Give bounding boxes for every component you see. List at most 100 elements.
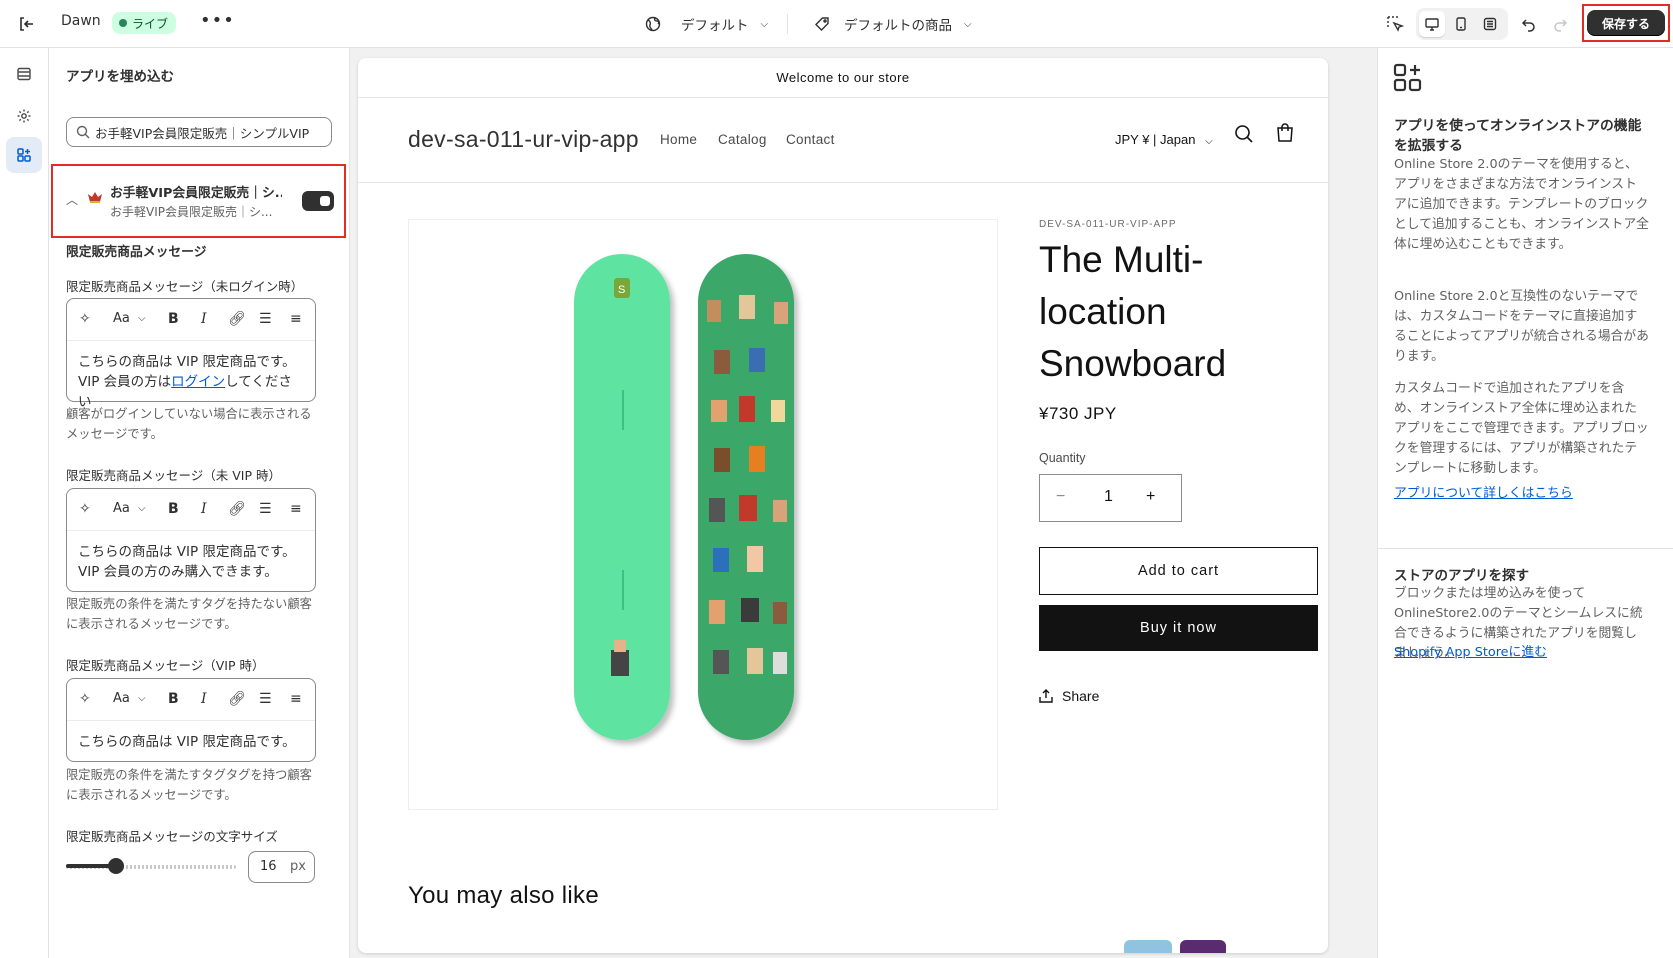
link-icon[interactable]: 🔗︎ [228,311,246,327]
rte-content[interactable]: こちらの商品は VIP 限定商品です。 VIP 会員の方のみ購入できます。 [67,531,315,593]
rich-text-editor-not-logged-in[interactable]: ✧ Aa ⌵ B I 🔗︎ ☰ ≡ こちらの商品は VIP 限定商品です。 VI… [66,298,316,410]
related-product-thumb[interactable] [1124,940,1172,953]
info-panel: アプリを使ってオンラインストアの機能を拡張する Online Store 2.0… [1377,48,1673,958]
field-help-text: 限定販売の条件を満たすタグを持たない顧客に表示されるメッセージです。 [66,597,312,631]
rte-content[interactable]: こちらの商品は VIP 限定商品です。 [67,721,315,763]
app-embed-subtitle: お手軽VIP会員限定販売｜シ... [110,205,273,219]
search-icon[interactable] [1234,124,1254,144]
sidebar-rail [0,48,49,958]
quantity-increase-button[interactable]: + [1146,488,1155,506]
bullet-list-icon[interactable]: ☰ [259,501,272,517]
app-embeds-icon[interactable] [6,137,42,173]
top-bar: Dawn ライブ ••• デフォルト ⌵ デフォルトの商品 ⌵ 保存する [0,0,1673,48]
quantity-decrease-button[interactable]: − [1056,488,1065,506]
bold-button[interactable]: B [168,691,179,707]
nav-home[interactable]: Home [660,132,697,147]
field-label-not-vip: 限定販売商品メッセージ（未 VIP 時） [66,468,281,483]
quantity-stepper[interactable]: − 1 + [1039,474,1182,522]
cart-icon[interactable] [1274,122,1296,144]
section-heading: 限定販売商品メッセージ [66,245,207,260]
add-to-cart-button[interactable]: Add to cart [1039,547,1318,595]
italic-button[interactable]: I [201,501,207,517]
buy-now-button[interactable]: Buy it now [1039,605,1318,651]
product-media[interactable]: S [408,219,998,810]
panel-title: アプリを埋め込む [66,69,174,85]
fullscreen-view-icon[interactable] [1477,11,1503,37]
live-badge: ライブ [112,12,177,34]
tag-icon [815,17,829,31]
field-help-text: 限定販売の条件を満たすタグタグを持つ顧客に表示されるメッセージです。 [66,768,312,802]
field-label-not-logged-in: 限定販売商品メッセージ（未ログイン時） [66,279,304,294]
search-input[interactable]: お手軽VIP会員限定販売｜シンプルVIP [66,117,332,147]
chevron-down-icon[interactable]: ⌵ [138,313,146,324]
numbered-list-icon[interactable]: ≡ [290,501,302,517]
template-selector-label: デフォルト [681,18,749,34]
app-embed-toggle[interactable] [302,191,334,211]
magic-icon[interactable]: ✧ [79,501,91,517]
save-button[interactable]: 保存する [1587,10,1665,36]
italic-button[interactable]: I [201,311,207,327]
rte-text: VIP 会員の方は [78,374,172,390]
link-icon[interactable]: 🔗︎ [228,501,246,517]
bold-button[interactable]: B [168,501,179,517]
font-style-button[interactable]: Aa [113,691,130,706]
font-size-input[interactable]: 16 px [248,851,315,883]
more-actions-button[interactable]: ••• [200,10,235,31]
product-selector[interactable]: デフォルトの商品 ⌵ [814,12,972,36]
rich-text-editor-not-vip[interactable]: ✧ Aa ⌵ B I 🔗︎ ☰ ≡ こちらの商品は VIP 限定商品です。 VI… [66,488,316,592]
numbered-list-icon[interactable]: ≡ [290,311,302,327]
share-label: Share [1062,688,1100,704]
shop-name[interactable]: dev-sa-011-ur-vip-app [408,126,639,153]
product-title-line: location [1039,291,1167,332]
learn-apps-link[interactable]: アプリについて詳しくはこちら [1394,482,1573,501]
info-paragraph: カスタムコードで追加されたアプリを含め、オンラインストア全体に埋め込まれたアプリ… [1394,381,1649,476]
magic-icon[interactable]: ✧ [79,311,91,327]
nav-catalog[interactable]: Catalog [718,132,767,147]
chevron-down-icon: ⌵ [760,18,769,30]
chevron-down-icon[interactable]: ⌵ [138,693,146,704]
related-product-thumb[interactable] [1180,940,1226,953]
login-link[interactable]: ログイン [171,374,225,390]
crown-icon [88,192,102,203]
font-style-button[interactable]: Aa [113,311,130,326]
theme-name: Dawn [61,13,101,29]
rte-toolbar: ✧ Aa ⌵ B I 🔗︎ ☰ ≡ [67,679,315,721]
bold-button[interactable]: B [168,311,179,327]
field-label-vip: 限定販売商品メッセージ（VIP 時） [66,658,265,673]
save-highlight: 保存する [1582,4,1670,42]
redo-icon[interactable] [1546,10,1574,38]
app-embed-row[interactable]: ︿ お手軽VIP会員限定販売｜シ... お手軽VIP会員限定販売｜シ... [58,169,339,231]
undo-icon[interactable] [1515,10,1543,38]
rich-text-editor-vip[interactable]: ✧ Aa ⌵ B I 🔗︎ ☰ ≡ こちらの商品は VIP 限定商品です。 [66,678,316,762]
share-button[interactable]: Share [1039,688,1099,704]
info-paragraph: Online Store 2.0のテーマを使用すると、アプリをさまざまな方法でオ… [1394,157,1649,252]
app-embed-title: お手軽VIP会員限定販売｜シ... [110,186,282,201]
sections-icon[interactable] [6,56,42,92]
inspector-icon[interactable] [1381,10,1409,38]
font-style-button[interactable]: Aa [113,501,130,516]
app-store-link[interactable]: Shopify App Storeに進む [1394,641,1547,660]
mobile-view-icon[interactable] [1448,11,1474,37]
rte-line: VIP 会員の方のみ購入できます。 [78,564,278,580]
currency-selector[interactable]: JPY ¥ | Japan ⌵ [1115,132,1213,147]
chevron-down-icon[interactable]: ⌵ [138,503,146,514]
numbered-list-icon[interactable]: ≡ [290,691,302,707]
template-selector[interactable]: デフォルト ⌵ [645,12,768,36]
quantity-value[interactable]: 1 [1104,488,1113,506]
desktop-view-icon[interactable] [1419,11,1445,37]
settings-gear-icon[interactable] [6,98,42,134]
link-icon[interactable]: 🔗︎ [228,691,246,707]
nav-contact[interactable]: Contact [786,132,835,147]
storefront-preview: Welcome to our store dev-sa-011-ur-vip-a… [358,58,1328,953]
header-divider [358,182,1328,183]
exit-icon[interactable] [14,12,38,36]
bullet-list-icon[interactable]: ☰ [259,691,272,707]
announcement-bar: Welcome to our store [358,58,1328,98]
font-size-value: 16 [260,859,277,874]
font-size-slider-handle[interactable] [108,858,124,874]
italic-button[interactable]: I [201,691,207,707]
chevron-up-icon[interactable]: ︿ [66,191,78,208]
bullet-list-icon[interactable]: ☰ [259,311,272,327]
svg-text:S: S [618,284,625,296]
magic-icon[interactable]: ✧ [79,691,91,707]
